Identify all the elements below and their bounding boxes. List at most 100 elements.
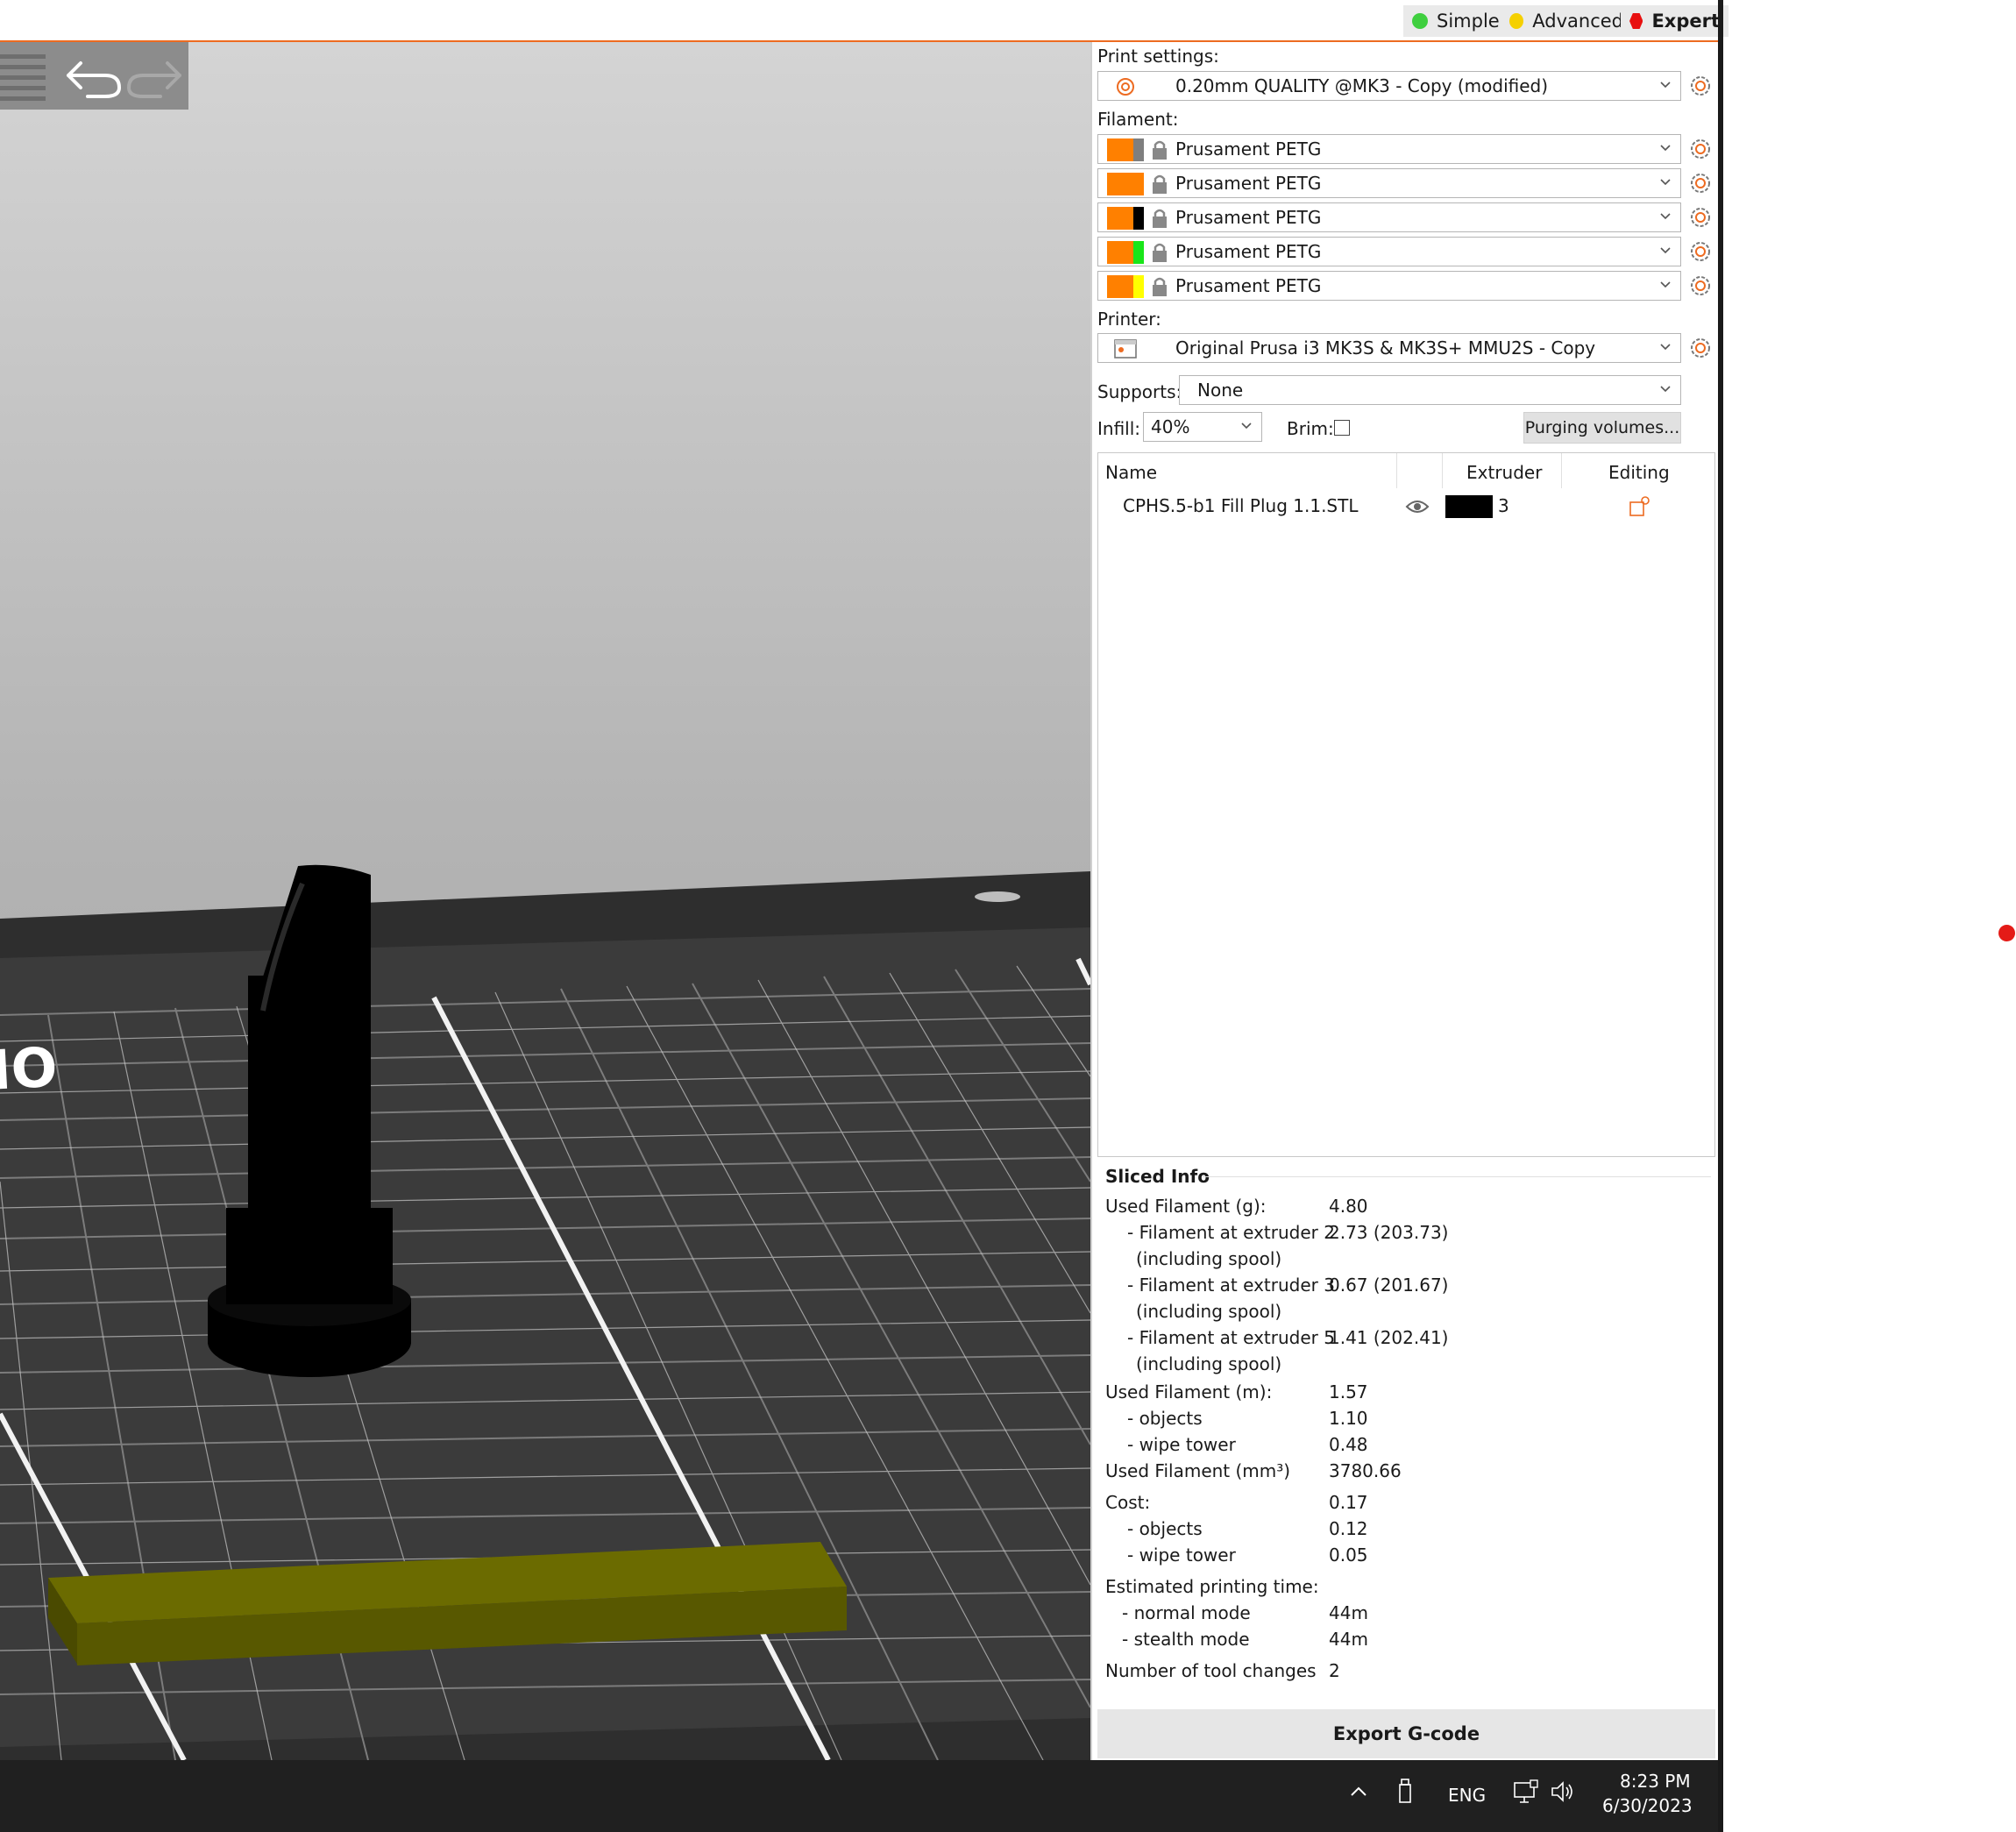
sliced-info-value: 44m: [1329, 1602, 1368, 1623]
mode-simple-label: Simple: [1437, 11, 1500, 32]
chevron-down-icon: [1660, 344, 1671, 351]
sliced-info-value: 1.41 (202.41): [1329, 1327, 1449, 1348]
supports-combo[interactable]: None: [1179, 375, 1681, 405]
language-indicator[interactable]: ENG: [1448, 1785, 1486, 1806]
mode-expert-label: Expert: [1651, 11, 1720, 32]
chevron-down-icon: [1660, 145, 1671, 152]
eye-icon[interactable]: [1405, 499, 1430, 515]
filament-gear-icon[interactable]: [1688, 239, 1713, 264]
filament-color-swatch: [1107, 173, 1144, 195]
extruder-color-swatch[interactable]: [1445, 495, 1493, 518]
purging-volumes-button[interactable]: Purging volumes...: [1523, 412, 1681, 444]
filament-color-swatch: [1107, 241, 1144, 264]
filament-color-swatch: [1107, 275, 1144, 298]
usb-drive-icon[interactable]: [1396, 1778, 1414, 1804]
filament-name: Prusament PETG: [1175, 173, 1322, 194]
sliced-info-label: (including spool): [1136, 1353, 1282, 1374]
sliced-info-value: 3780.66: [1329, 1460, 1402, 1481]
export-gcode-button[interactable]: Export G-code: [1097, 1709, 1715, 1758]
lock-icon: [1153, 140, 1167, 160]
sliced-info-value: 4.80: [1329, 1196, 1368, 1217]
filament-gear-icon[interactable]: [1688, 171, 1713, 195]
network-icon[interactable]: [1513, 1779, 1539, 1804]
infill-value: 40%: [1151, 416, 1190, 437]
sliced-info-label: - wipe tower: [1127, 1434, 1236, 1455]
sliced-info-label: Estimated printing time:: [1105, 1576, 1319, 1597]
chevron-down-icon: [1660, 247, 1671, 254]
chevron-down-icon: [1660, 281, 1671, 288]
mode-advanced-button[interactable]: Advanced: [1501, 5, 1632, 37]
brim-checkbox[interactable]: [1334, 420, 1350, 436]
sliced-info-label: - normal mode: [1122, 1602, 1251, 1623]
redo-icon[interactable]: [126, 61, 181, 98]
filament-combo-4[interactable]: Prusament PETG: [1097, 237, 1681, 266]
bed-screw: [975, 891, 1020, 902]
filament-combo-3[interactable]: Prusament PETG: [1097, 202, 1681, 232]
undo-icon[interactable]: [67, 61, 122, 98]
sliced-info-label: (including spool): [1136, 1248, 1282, 1269]
filament-gear-icon[interactable]: [1688, 205, 1713, 230]
sliced-info-value: 1.57: [1329, 1381, 1368, 1402]
object-extruder-value[interactable]: 3: [1498, 495, 1509, 516]
sliced-info-value: 44m: [1329, 1629, 1368, 1650]
red-hexagon-icon: [1629, 13, 1643, 29]
object-list: Name Extruder Editing CPHS.5-b1 Fill Plu…: [1097, 452, 1715, 1157]
print-settings-combo[interactable]: 0.20mm QUALITY @MK3 - Copy (modified): [1097, 71, 1681, 101]
filament-color-swatch: [1107, 138, 1144, 161]
green-dot-icon: [1412, 13, 1428, 29]
filament-color-swatch: [1107, 207, 1144, 230]
volume-icon[interactable]: [1550, 1779, 1576, 1804]
lock-icon: [1153, 174, 1167, 194]
layers-icon[interactable]: [0, 54, 46, 101]
print-settings-label: Print settings:: [1097, 46, 1219, 67]
column-editing-header[interactable]: Editing: [1608, 462, 1670, 483]
sliced-info-value: 0.05: [1329, 1544, 1368, 1566]
chevron-down-icon: [1660, 386, 1671, 393]
filament-gear-icon[interactable]: [1688, 137, 1713, 161]
clock-date[interactable]: 6/30/2023: [1602, 1795, 1693, 1816]
clock-time[interactable]: 8:23 PM: [1620, 1771, 1691, 1792]
printer-gear-icon[interactable]: [1688, 336, 1713, 360]
chevron-down-icon: [1660, 213, 1671, 220]
3d-viewport[interactable]: IO: [0, 42, 1090, 1760]
supports-value: None: [1197, 380, 1244, 401]
print-profile-gear-icon: [1117, 78, 1134, 96]
edit-settings-icon[interactable]: [1628, 495, 1650, 518]
sliced-info-label: (including spool): [1136, 1301, 1282, 1322]
chevron-up-icon[interactable]: [1348, 1785, 1369, 1799]
filament-name: Prusament PETG: [1175, 138, 1322, 160]
divider: [1203, 1176, 1711, 1177]
sliced-info-label: Number of tool changes: [1105, 1660, 1317, 1681]
object-name: CPHS.5-b1 Fill Plug 1.1.STL: [1123, 495, 1359, 516]
printer-combo[interactable]: Original Prusa i3 MK3S & MK3S+ MMU2S - C…: [1097, 333, 1681, 363]
filament-combo-1[interactable]: Prusament PETG: [1097, 134, 1681, 164]
lock-icon: [1153, 243, 1167, 262]
object-row[interactable]: CPHS.5-b1 Fill Plug 1.1.STL 3: [1098, 490, 1714, 523]
filament-name: Prusament PETG: [1175, 241, 1322, 262]
print-settings-gear-icon[interactable]: [1688, 74, 1713, 98]
column-extruder-header[interactable]: Extruder: [1466, 462, 1542, 483]
sliced-info-value: 2.73 (203.73): [1329, 1222, 1449, 1243]
printer-value: Original Prusa i3 MK3S & MK3S+ MMU2S - C…: [1175, 337, 1596, 359]
sliced-info-value: 0.12: [1329, 1518, 1368, 1539]
window-border: [1718, 0, 1723, 1832]
undo-redo-toolbar: [0, 42, 188, 110]
red-dot-marker: [1998, 925, 2015, 941]
supports-label: Supports:: [1097, 381, 1182, 402]
filament-combo-5[interactable]: Prusament PETG: [1097, 271, 1681, 301]
brim-label: Brim:: [1287, 418, 1334, 439]
filament-gear-icon[interactable]: [1688, 273, 1713, 298]
mode-advanced-label: Advanced: [1532, 11, 1623, 32]
sliced-info-label: Cost:: [1105, 1492, 1151, 1513]
sliced-info-value: 2: [1329, 1660, 1340, 1681]
filament-combo-2[interactable]: Prusament PETG: [1097, 168, 1681, 198]
infill-combo[interactable]: 40%: [1143, 412, 1262, 442]
mode-simple-button[interactable]: Simple: [1403, 5, 1511, 37]
lock-icon: [1153, 277, 1167, 296]
printer-label: Printer:: [1097, 309, 1161, 330]
mode-expert-button[interactable]: Expert: [1621, 5, 1729, 37]
sliced-info-label: - wipe tower: [1127, 1544, 1236, 1566]
lock-icon: [1153, 209, 1167, 228]
column-separator: [1561, 453, 1562, 488]
column-name-header[interactable]: Name: [1105, 462, 1157, 483]
